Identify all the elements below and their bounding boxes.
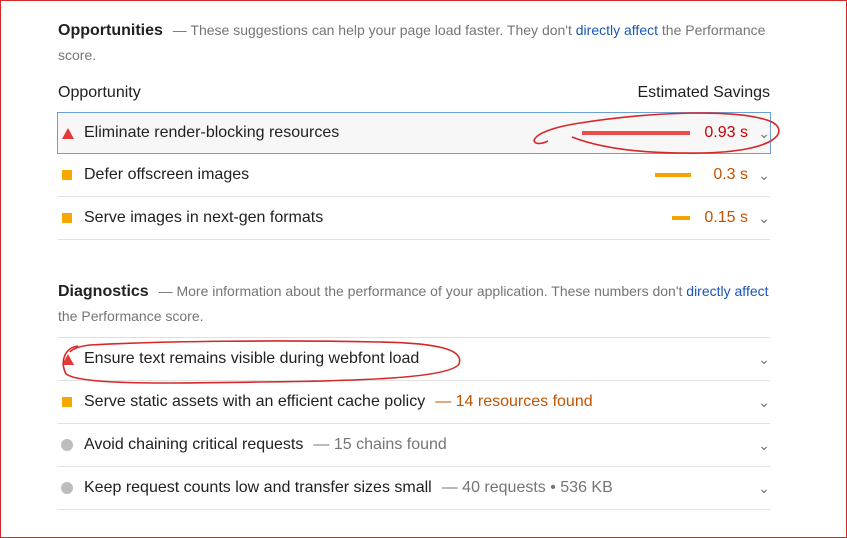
diagnostic-title: Ensure text remains visible during webfo… bbox=[84, 350, 420, 367]
diagnostic-display-value: — 15 chains found bbox=[313, 436, 447, 453]
red-triangle-icon bbox=[58, 127, 84, 139]
savings-value: 0.15 s bbox=[704, 209, 748, 226]
chevron-down-icon[interactable]: ⌄ bbox=[748, 437, 770, 454]
chevron-down-icon[interactable]: ⌄ bbox=[748, 480, 770, 497]
chevron-down-icon[interactable]: ⌄ bbox=[748, 351, 770, 368]
diagnostics-title: Diagnostics bbox=[58, 283, 149, 300]
opportunity-title: Defer offscreen images bbox=[84, 166, 250, 183]
savings-indicator: 0.93 s bbox=[582, 124, 748, 142]
diagnostic-row-critical-chains[interactable]: Avoid chaining critical requests — 15 ch… bbox=[58, 424, 770, 467]
diagnostic-title: Keep request counts low and transfer siz… bbox=[84, 479, 432, 496]
savings-bar bbox=[655, 173, 692, 177]
audit-panel: Opportunities — These suggestions can he… bbox=[57, 0, 771, 510]
orange-square-icon bbox=[58, 213, 84, 223]
opportunity-title: Serve images in next-gen formats bbox=[84, 209, 324, 226]
gray-circle-icon bbox=[58, 439, 84, 451]
opportunities-section: Opportunities — These suggestions can he… bbox=[57, 18, 771, 240]
chevron-down-icon[interactable]: ⌄ bbox=[748, 394, 770, 411]
diagnostic-title: Avoid chaining critical requests bbox=[84, 436, 304, 453]
opportunity-row-render-blocking[interactable]: Eliminate render-blocking resources 0.93… bbox=[57, 112, 771, 154]
opportunity-row-next-gen-formats[interactable]: Serve images in next-gen formats 0.15 s … bbox=[58, 197, 770, 240]
diagnostic-row-webfont[interactable]: Ensure text remains visible during webfo… bbox=[58, 337, 770, 381]
diagnostic-display-value: — 40 requests • 536 KB bbox=[441, 479, 613, 496]
savings-value: 0.93 s bbox=[704, 124, 748, 141]
diagnostic-display-value: — 14 resources found bbox=[435, 393, 593, 410]
column-opportunity: Opportunity bbox=[58, 84, 141, 101]
opportunities-title: Opportunities bbox=[58, 22, 163, 39]
directly-affect-link[interactable]: directly affect bbox=[686, 283, 768, 299]
orange-square-icon bbox=[58, 170, 84, 180]
opportunities-header: Opportunities — These suggestions can he… bbox=[58, 18, 770, 68]
opportunity-column-headers: Opportunity Estimated Savings bbox=[58, 81, 770, 105]
diagnostics-description: — More information about the performance… bbox=[158, 283, 687, 299]
diagnostics-header: Diagnostics — More information about the… bbox=[58, 279, 770, 329]
opportunities-description: — These suggestions can help your page l… bbox=[172, 22, 576, 38]
diagnostic-title: Serve static assets with an efficient ca… bbox=[84, 393, 426, 410]
savings-value: 0.3 s bbox=[713, 166, 748, 183]
diagnostic-row-cache-policy[interactable]: Serve static assets with an efficient ca… bbox=[58, 381, 770, 424]
red-triangle-icon bbox=[58, 353, 84, 365]
savings-indicator: 0.3 s bbox=[655, 166, 748, 184]
orange-square-icon bbox=[58, 397, 84, 407]
opportunity-row-offscreen-images[interactable]: Defer offscreen images 0.3 s ⌄ bbox=[58, 154, 770, 197]
savings-bar bbox=[672, 216, 691, 220]
savings-indicator: 0.15 s bbox=[672, 209, 748, 227]
chevron-down-icon[interactable]: ⌄ bbox=[748, 125, 770, 142]
directly-affect-link[interactable]: directly affect bbox=[576, 22, 658, 38]
diagnostics-section: Diagnostics — More information about the… bbox=[58, 279, 770, 510]
gray-circle-icon bbox=[58, 482, 84, 494]
opportunity-title: Eliminate render-blocking resources bbox=[84, 124, 340, 141]
diagnostic-row-request-counts[interactable]: Keep request counts low and transfer siz… bbox=[58, 467, 770, 510]
chevron-down-icon[interactable]: ⌄ bbox=[748, 210, 770, 227]
column-estimated-savings: Estimated Savings bbox=[637, 84, 770, 101]
diagnostics-description-end: the Performance score. bbox=[58, 308, 204, 324]
savings-bar bbox=[582, 131, 691, 135]
chevron-down-icon[interactable]: ⌄ bbox=[748, 167, 770, 184]
